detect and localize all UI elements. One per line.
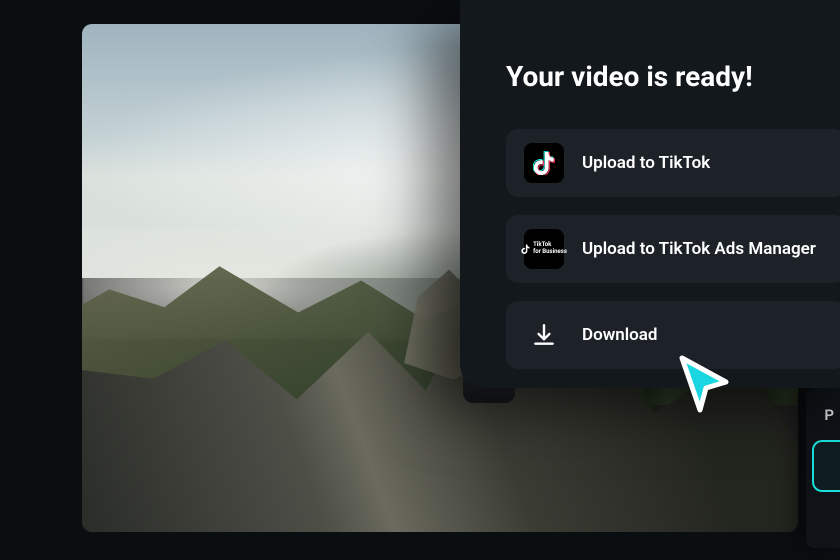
tiktok-business-icon: TikTok for Business: [524, 229, 564, 269]
option-label: Upload to TikTok: [582, 153, 710, 173]
modal-title: Your video is ready!: [506, 60, 840, 93]
option-label: Download: [582, 325, 657, 345]
upload-tiktok-button[interactable]: Upload to TikTok: [506, 129, 840, 197]
option-label: Upload to TikTok Ads Manager: [582, 239, 816, 259]
tiktok-icon: [524, 143, 564, 183]
download-icon: [524, 315, 564, 355]
side-panel-label: P: [824, 406, 834, 424]
export-modal: Your video is ready! Upload to TikTok Ti…: [460, 0, 840, 388]
download-button[interactable]: Download: [506, 301, 840, 369]
side-panel-primary-button[interactable]: [812, 440, 840, 492]
upload-tiktok-ads-button[interactable]: TikTok for Business Upload to TikTok Ads…: [506, 215, 840, 283]
side-panel: P: [806, 388, 840, 548]
